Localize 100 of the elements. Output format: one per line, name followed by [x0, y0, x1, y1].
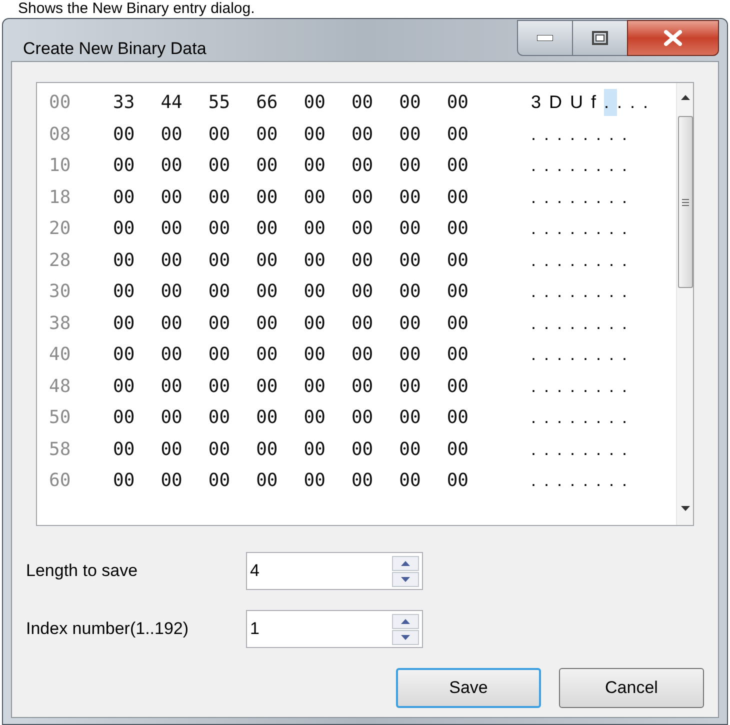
hex-byte: 00 [351, 91, 374, 116]
offset-label: 08 [49, 122, 72, 147]
ascii-text: ........ [531, 154, 636, 178]
hex-byte: 00 [446, 438, 468, 462]
hex-byte: 00 [256, 438, 278, 462]
hex-byte: 00 [399, 280, 421, 304]
number-input[interactable]: 1 [247, 611, 392, 647]
number-spinner[interactable]: 1 [246, 610, 423, 648]
ascii-text: ........ [531, 312, 636, 335]
ascii-text: ........ [531, 248, 636, 272]
offset-label: 50 [49, 406, 72, 430]
offset-label: 18 [49, 186, 72, 210]
number-input[interactable]: 4 [247, 553, 392, 589]
offset-label: 20 [49, 217, 72, 242]
hex-byte: 00 [113, 469, 135, 494]
ascii-text: ........ [531, 406, 636, 430]
hex-byte: 00 [399, 122, 421, 147]
hex-byte: 00 [446, 280, 468, 304]
hex-byte: 00 [208, 374, 230, 399]
ascii-text: ... [617, 91, 656, 114]
hex-byte: 00 [256, 343, 278, 368]
spin-down-icon[interactable] [392, 572, 419, 586]
window-title: Create New Binary Data [23, 38, 206, 60]
close-button[interactable] [627, 20, 719, 56]
offset-label: 60 [49, 469, 72, 494]
hex-byte: 00 [304, 406, 326, 430]
hex-byte: 00 [446, 374, 468, 399]
hex-byte: 00 [256, 217, 278, 242]
hex-byte: 00 [160, 438, 182, 462]
hex-byte: 00 [256, 122, 278, 147]
hex-byte: 00 [113, 343, 135, 368]
hex-byte: 00 [304, 248, 326, 273]
hex-byte: 00 [304, 280, 326, 304]
field-label: Index number(1..192) [26, 618, 190, 640]
hex-byte: 00 [399, 312, 421, 336]
close-icon [664, 30, 682, 46]
hex-byte: 00 [399, 406, 421, 430]
hex-byte: 00 [113, 438, 135, 462]
offset-label: 00 [49, 91, 72, 116]
hex-byte: 00 [208, 469, 230, 494]
ascii-text: ........ [531, 122, 636, 146]
hex-byte: 00 [208, 217, 230, 242]
hex-byte: 00 [446, 248, 468, 273]
scroll-down-icon[interactable] [680, 506, 690, 511]
hex-byte: 00 [160, 406, 182, 430]
hex-byte: 00 [113, 374, 135, 399]
hex-byte: 00 [351, 469, 374, 494]
maximize-icon [592, 31, 608, 45]
offset-label: 28 [49, 248, 72, 273]
hex-byte: 00 [304, 374, 326, 399]
minimize-icon [537, 35, 553, 41]
spin-up-icon[interactable] [392, 556, 419, 570]
ascii-text: ........ [531, 438, 636, 461]
hex-byte: 00 [208, 154, 230, 178]
hex-byte: 00 [160, 374, 182, 399]
scrollbar-thumb[interactable] [678, 116, 692, 288]
hex-byte: 00 [351, 438, 374, 462]
hex-byte: 44 [160, 91, 182, 116]
hex-byte: 00 [446, 406, 468, 430]
hex-byte: 00 [113, 217, 135, 242]
hex-byte: 00 [399, 438, 421, 462]
field-label: Length to save [26, 560, 139, 582]
hex-byte: 00 [113, 248, 135, 273]
hex-editor[interactable] [36, 82, 694, 526]
hex-byte: 00 [446, 122, 468, 147]
dialog-button[interactable]: Cancel [559, 668, 704, 708]
ascii-text: ........ [531, 186, 636, 209]
minimize-button[interactable] [517, 20, 573, 56]
hex-byte: 00 [256, 154, 278, 178]
hex-byte: 00 [208, 343, 230, 368]
maximize-button[interactable] [573, 20, 627, 56]
number-spinner[interactable]: 4 [246, 552, 423, 590]
hex-byte: 00 [304, 91, 326, 116]
hex-byte: 00 [399, 217, 421, 242]
hex-byte: 00 [208, 248, 230, 273]
dialog-button[interactable]: Save [396, 668, 541, 708]
vertical-scrollbar[interactable] [676, 83, 693, 525]
hex-byte: 00 [351, 280, 374, 304]
hex-byte: 00 [351, 154, 374, 178]
spin-up-icon[interactable] [392, 614, 419, 628]
hex-byte: 00 [304, 217, 326, 242]
caption-text: Shows the New Binary entry dialog. [17, 0, 256, 18]
offset-label: 38 [49, 312, 72, 336]
hex-byte: 00 [160, 312, 182, 336]
hex-byte: 00 [113, 154, 135, 178]
hex-byte: 00 [113, 186, 135, 210]
hex-byte: 00 [351, 186, 374, 210]
hex-byte: 00 [399, 248, 421, 273]
scroll-up-icon[interactable] [680, 95, 690, 100]
hex-byte: 00 [304, 186, 326, 210]
spin-down-icon[interactable] [392, 630, 419, 644]
hex-byte: 00 [160, 343, 182, 368]
hex-byte: 00 [304, 438, 326, 462]
hex-byte: 00 [256, 406, 278, 430]
hex-byte: 00 [160, 469, 182, 494]
hex-byte: 00 [446, 186, 468, 210]
hex-byte: 00 [160, 186, 182, 210]
hex-byte: 00 [446, 343, 468, 368]
hex-byte: 00 [446, 154, 468, 178]
hex-byte: 00 [446, 217, 468, 242]
